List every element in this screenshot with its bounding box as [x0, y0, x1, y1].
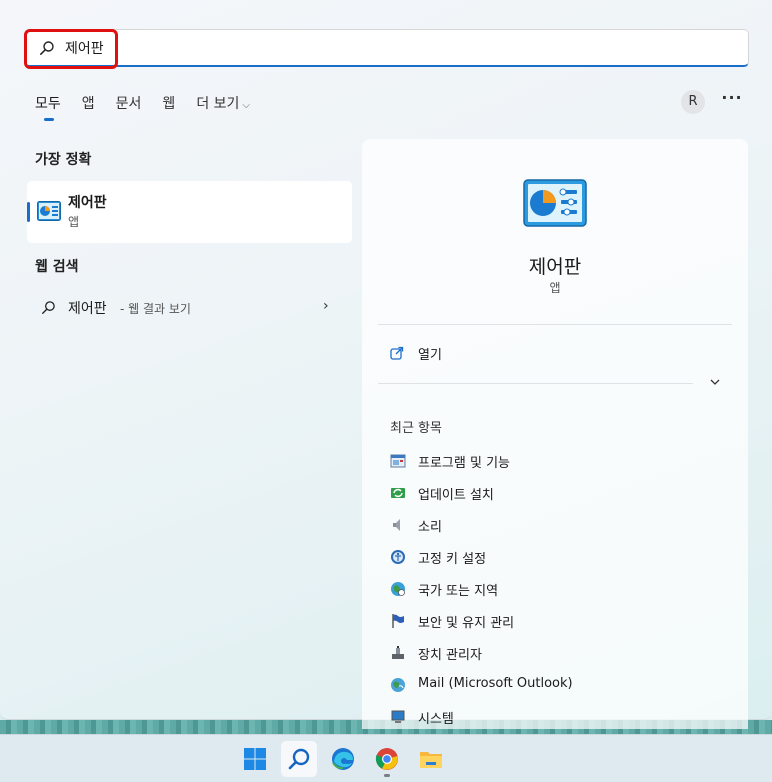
tab-more[interactable]: 더 보기 ⌵: [196, 93, 250, 117]
taskbar: [0, 734, 772, 782]
best-match-type: 앱: [68, 215, 80, 229]
taskbar-edge-button[interactable]: [325, 741, 361, 777]
update-icon: [391, 488, 405, 498]
filter-tabs: 모두 앱 문서 웹 더 보기 ⌵: [35, 93, 271, 121]
flag-icon: [392, 614, 404, 628]
detail-type: 앱: [549, 281, 561, 295]
recent-item-security[interactable]: 보안 및 유지 관리: [390, 612, 720, 644]
control-panel-large-icon: [523, 179, 587, 227]
search-icon: [288, 748, 310, 770]
globe-clock-icon: [391, 582, 405, 596]
recent-item-programs[interactable]: 프로그램 및 기능: [390, 452, 720, 484]
edge-icon: [332, 748, 354, 770]
recent-item-sound[interactable]: 소리: [390, 516, 720, 548]
taskbar-search-button[interactable]: [281, 741, 317, 777]
recent-item-mail[interactable]: Mail (Microsoft Outlook): [390, 676, 720, 708]
recent-item-device-manager[interactable]: 장치 관리자: [390, 644, 720, 676]
running-indicator: [384, 774, 390, 777]
system-icon: [391, 710, 405, 723]
search-box[interactable]: [24, 29, 749, 67]
account-avatar[interactable]: R: [681, 90, 705, 114]
taskbar-start-button[interactable]: [237, 741, 273, 777]
mail-globe-icon: [391, 678, 405, 692]
recent-items-list: 프로그램 및 기능 업데이트 설치 소리 고정 키 설정 국가 또는 지역 보안…: [390, 452, 720, 740]
recent-item-updates[interactable]: 업데이트 설치: [390, 484, 720, 516]
more-options-button[interactable]: ···: [721, 90, 743, 112]
open-external-icon: [390, 346, 404, 360]
tab-documents[interactable]: 문서: [116, 93, 142, 117]
best-match-heading: 가장 정확: [35, 152, 92, 168]
web-search-result[interactable]: 제어판 - 웹 결과 보기 ›: [27, 293, 352, 321]
best-match-item[interactable]: 제어판 앱: [27, 181, 352, 243]
taskbar-file-explorer-button[interactable]: [413, 741, 449, 777]
detail-title: 제어판: [528, 256, 582, 278]
speaker-icon: [393, 519, 400, 531]
chevron-right-icon: ›: [323, 298, 329, 314]
file-explorer-icon: [420, 752, 442, 768]
search-icon: [41, 301, 55, 315]
detail-pane: 제어판 앱 열기 최근 항목 프로그램 및 기능 업데이트 설치 소리 고정 키…: [362, 139, 748, 729]
selection-indicator: [27, 202, 30, 222]
ease-of-access-icon: [391, 550, 405, 564]
web-search-heading: 웹 검색: [35, 259, 79, 275]
taskbar-chrome-button[interactable]: [369, 741, 405, 777]
recent-item-sticky-keys[interactable]: 고정 키 설정: [390, 548, 720, 580]
device-manager-icon: [392, 646, 404, 659]
programs-icon: [390, 454, 406, 468]
search-input[interactable]: [65, 36, 665, 60]
web-search-query: 제어판: [68, 301, 107, 317]
tab-apps[interactable]: 앱: [82, 93, 95, 117]
expand-chevron-icon[interactable]: [709, 376, 725, 392]
recent-item-region[interactable]: 국가 또는 지역: [390, 580, 720, 612]
tab-web[interactable]: 웹: [162, 93, 175, 117]
search-highlight-box: [24, 29, 118, 69]
chrome-icon: [375, 748, 398, 770]
best-match-name: 제어판: [68, 195, 107, 211]
divider: [378, 383, 693, 384]
divider: [378, 324, 732, 325]
start-icon: [244, 748, 266, 770]
open-label: 열기: [418, 348, 442, 363]
chevron-down-icon: ⌵: [242, 100, 250, 111]
web-search-hint: - 웹 결과 보기: [120, 302, 191, 316]
control-panel-icon: [37, 201, 61, 221]
tab-all[interactable]: 모두: [35, 93, 61, 121]
recent-items-heading: 최근 항목: [390, 421, 442, 436]
